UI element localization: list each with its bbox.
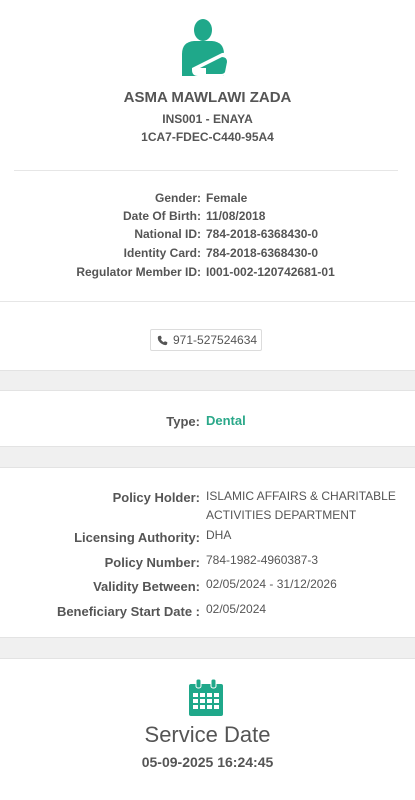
detail-label: Gender: bbox=[154, 191, 201, 205]
policy-number-label: Policy Number: bbox=[104, 555, 200, 570]
beneficiary-start-label: Beneficiary Start Date : bbox=[56, 604, 200, 619]
detail-row-gender: Gender: Female bbox=[0, 191, 415, 207]
phone-chip[interactable]: 971-527524634 bbox=[150, 329, 262, 351]
detail-value: 11/08/2018 bbox=[206, 209, 266, 223]
detail-row-dob: Date Of Birth: 11/08/2018 bbox=[0, 209, 415, 225]
patient-name: ASMA MAWLAWI ZADA bbox=[123, 89, 292, 106]
card-number: 1CA7-FDEC-C440-95A4 bbox=[141, 130, 274, 144]
policy-section: Policy Holder: ISLAMIC AFFAIRS & CHARITA… bbox=[0, 468, 415, 637]
validity-value: 02/05/2024 - 31/12/2026 bbox=[206, 577, 337, 591]
section-gap bbox=[0, 637, 415, 659]
patient-avatar-icon bbox=[182, 19, 230, 76]
detail-label: Regulator Member ID: bbox=[76, 265, 201, 279]
detail-value: 784-2018-6368430-0 bbox=[206, 227, 319, 241]
detail-label: Identity Card: bbox=[123, 246, 201, 260]
phone-icon bbox=[157, 335, 168, 345]
policy-holder-line2: ACTIVITIES DEPARTMENT bbox=[206, 508, 357, 522]
validity-label: Validity Between: bbox=[93, 579, 200, 594]
policy-holder-label: Policy Holder: bbox=[112, 490, 200, 505]
detail-value: Female bbox=[206, 191, 248, 205]
policy-holder-value: ISLAMIC AFFAIRS & CHARITABLE ACTIVITIES … bbox=[206, 487, 396, 525]
phone-number: 971-527524634 bbox=[173, 333, 258, 347]
insurer-code: INS001 - ENAYA bbox=[162, 112, 253, 126]
type-section: Type: Dental bbox=[0, 391, 415, 446]
detail-row-regulator-id: Regulator Member ID: I001-002-120742681-… bbox=[0, 265, 415, 281]
licensing-authority-label: Licensing Authority: bbox=[74, 530, 200, 545]
policy-number-value: 784-1982-4960387-3 bbox=[206, 553, 319, 567]
detail-value: I001-002-120742681-01 bbox=[206, 265, 335, 279]
beneficiary-start-value: 02/05/2024 bbox=[206, 602, 267, 616]
service-section: Service Date 05-09-2025 16:24:45 bbox=[0, 659, 415, 800]
licensing-authority-value: DHA bbox=[206, 528, 232, 542]
detail-label: Date Of Birth: bbox=[123, 209, 201, 223]
type-value: Dental bbox=[206, 413, 246, 428]
section-gap bbox=[0, 370, 415, 391]
detail-value: 784-2018-6368430-0 bbox=[206, 246, 319, 260]
profile-section: ASMA MAWLAWI ZADA INS001 - ENAYA 1CA7-FD… bbox=[0, 0, 415, 302]
type-label: Type: bbox=[166, 414, 200, 429]
service-date-value: 05-09-2025 16:24:45 bbox=[141, 754, 274, 770]
service-date-title: Service Date bbox=[144, 722, 271, 747]
detail-label: National ID: bbox=[134, 227, 201, 241]
divider bbox=[14, 170, 398, 171]
detail-row-national-id: National ID: 784-2018-6368430-0 bbox=[0, 227, 415, 243]
contact-section: 971-527524634 bbox=[0, 303, 415, 370]
detail-row-identity-card: Identity Card: 784-2018-6368430-0 bbox=[0, 246, 415, 262]
section-gap bbox=[0, 446, 415, 468]
calendar-icon bbox=[189, 679, 223, 716]
policy-holder-line1: ISLAMIC AFFAIRS & CHARITABLE bbox=[206, 489, 396, 503]
